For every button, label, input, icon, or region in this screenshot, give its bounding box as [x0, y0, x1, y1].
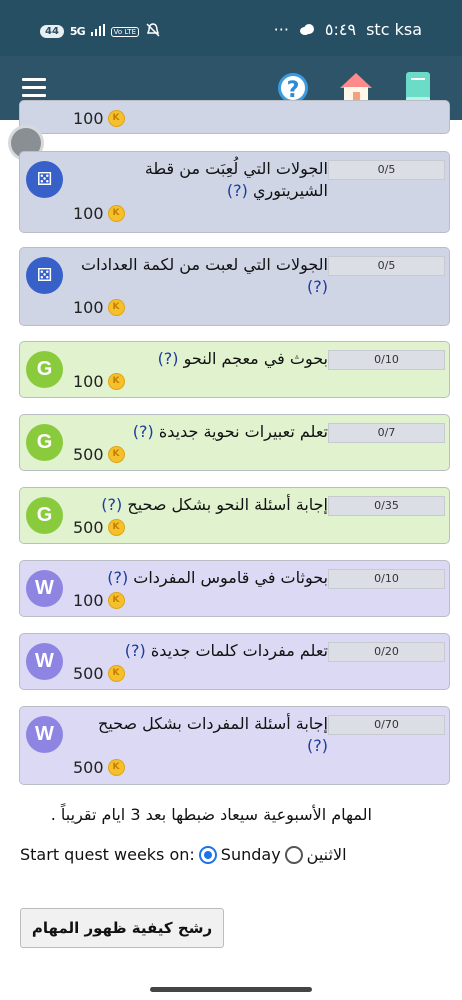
- quest-progress: 0/5: [328, 256, 445, 276]
- start-week-label: Start quest weeks on:: [20, 845, 195, 864]
- quest-card: W تعلم مفردات كلمات جديدة (?) 0/20 500 K: [19, 633, 450, 690]
- radio-monday[interactable]: [284, 845, 303, 864]
- quest-title-text: الجولات التي لعبت من لكمة العدادات: [81, 255, 328, 274]
- coin-icon: K: [107, 205, 125, 222]
- carrier-name: stc ksa: [366, 20, 422, 39]
- vocab-badge-icon: W: [26, 570, 63, 607]
- coin-icon: K: [107, 373, 125, 390]
- quest-title: تعلم تعبيرات نحوية جديدة (?): [73, 421, 328, 443]
- quest-title: الجولات التي لعبت من لكمة العدادات (?): [73, 254, 328, 298]
- dice-icon: ⚄: [26, 257, 63, 294]
- quest-card: ⚄ الجولات التي لُعِبَت من قطة الشيريتوري…: [19, 151, 450, 233]
- signal-indicator: 5G: [69, 25, 86, 38]
- quest-reward: 100 K: [73, 372, 125, 391]
- quest-card: W بحوثات في قاموس المفردات (?) 0/10 100 …: [19, 560, 450, 617]
- quest-progress: 0/7: [328, 423, 445, 443]
- quest-title: الجولات التي لُعِبَت من قطة الشيريتوري (…: [73, 158, 328, 202]
- status-right: ··· ٥:٤٩ stc ksa: [274, 20, 422, 39]
- signal-bars-icon: [90, 24, 105, 39]
- quest-reward: 100 K: [73, 298, 125, 317]
- quest-progress: 0/35: [328, 496, 445, 516]
- clock: ٥:٤٩: [324, 20, 357, 39]
- coin-icon: K: [107, 519, 125, 536]
- coin-icon: K: [107, 446, 125, 463]
- volte-indicator: Vo LTE: [110, 26, 139, 37]
- reward-amount: 500: [73, 518, 104, 537]
- quest-card: G بحوث في معجم النحو (?) 0/10 100 K: [19, 341, 450, 398]
- quest-title-text: بحوث في معجم النحو: [183, 349, 328, 368]
- quest-card: W إجابة أسئلة المفردات بشكل صحيح (?) 0/7…: [19, 706, 450, 785]
- network-badge: 44: [40, 25, 64, 38]
- quest-title-text: تعلم تعبيرات نحوية جديدة: [158, 422, 328, 441]
- quest-title: بحوث في معجم النحو (?): [73, 348, 328, 370]
- coin-icon: K: [107, 299, 125, 316]
- reward-amount: 100: [73, 204, 104, 223]
- reward-amount: 100: [73, 591, 104, 610]
- grammar-badge-icon: G: [26, 424, 63, 461]
- start-week-selector: Start quest weeks on: Sunday الاثنين: [20, 845, 347, 864]
- coin-icon: K: [107, 759, 125, 776]
- quest-reward: 100 K: [73, 204, 125, 223]
- cloud-icon: [299, 20, 315, 39]
- quest-progress: 0/10: [328, 569, 445, 589]
- coin-icon: K: [107, 110, 125, 127]
- quest-reward: 100 K: [73, 109, 125, 128]
- help-icon[interactable]: ?: [278, 73, 308, 103]
- reward-amount: 100: [73, 109, 104, 128]
- quest-help-link[interactable]: (?): [107, 568, 128, 587]
- quest-reward: 500 K: [73, 758, 125, 777]
- quest-progress: 0/70: [328, 715, 445, 735]
- reward-amount: 500: [73, 445, 104, 464]
- quest-title: إجابة أسئلة المفردات بشكل صحيح (?): [73, 713, 328, 757]
- quest-help-link[interactable]: (?): [307, 736, 328, 755]
- home-indicator: [150, 987, 312, 992]
- vocab-badge-icon: W: [26, 716, 63, 753]
- menu-icon[interactable]: [22, 78, 46, 98]
- quest-help-link[interactable]: (?): [125, 641, 146, 660]
- quest-reward: 100 K: [73, 591, 125, 610]
- quest-title-text: إجابة أسئلة النحو بشكل صحيح: [127, 495, 328, 514]
- quest-reward: 500 K: [73, 445, 125, 464]
- status-left: 44 5G Vo LTE: [40, 22, 161, 41]
- quest-progress: 0/10: [328, 350, 445, 370]
- quest-card: G تعلم تعبيرات نحوية جديدة (?) 0/7 500 K: [19, 414, 450, 471]
- reward-amount: 100: [73, 298, 104, 317]
- quest-title: بحوثات في قاموس المفردات (?): [73, 567, 328, 589]
- quest-card: G إجابة أسئلة النحو بشكل صحيح (?) 0/35 5…: [19, 487, 450, 544]
- quest-reward: 500 K: [73, 518, 125, 537]
- quest-card-partial: 100 K: [19, 100, 450, 134]
- quest-help-link[interactable]: (?): [307, 277, 328, 296]
- grammar-badge-icon: G: [26, 351, 63, 388]
- dice-icon: ⚄: [26, 161, 63, 198]
- quest-title: تعلم مفردات كلمات جديدة (?): [73, 640, 328, 662]
- filter-quests-button[interactable]: رشح كيفية ظهور المهام: [20, 908, 224, 948]
- quest-title-text: تعلم مفردات كلمات جديدة: [150, 641, 328, 660]
- vocab-badge-icon: W: [26, 643, 63, 680]
- quest-title: إجابة أسئلة النحو بشكل صحيح (?): [73, 494, 328, 516]
- quest-reward: 500 K: [73, 664, 125, 683]
- quest-help-link[interactable]: (?): [101, 495, 122, 514]
- quest-help-link[interactable]: (?): [158, 349, 179, 368]
- quest-help-link[interactable]: (?): [133, 422, 154, 441]
- coin-icon: K: [107, 592, 125, 609]
- grammar-badge-icon: G: [26, 497, 63, 534]
- radio-monday-label: الاثنين: [306, 845, 347, 864]
- quest-title-text: بحوثات في قاموس المفردات: [133, 568, 328, 587]
- quest-progress: 0/5: [328, 160, 445, 180]
- mute-icon: [145, 22, 161, 41]
- reward-amount: 500: [73, 758, 104, 777]
- coin-icon: K: [107, 665, 125, 682]
- radio-sunday[interactable]: [198, 845, 217, 864]
- quest-help-link[interactable]: (?): [227, 181, 248, 200]
- radio-sunday-label: Sunday: [220, 845, 281, 864]
- reward-amount: 100: [73, 372, 104, 391]
- quest-title-text: إجابة أسئلة المفردات بشكل صحيح: [97, 714, 328, 733]
- weekly-reset-note: المهام الأسبوعية سيعاد ضبطها بعد 3 ايام …: [50, 805, 372, 824]
- more-dots: ···: [273, 20, 289, 39]
- quest-card: ⚄ الجولات التي لعبت من لكمة العدادات (?)…: [19, 247, 450, 326]
- reward-amount: 500: [73, 664, 104, 683]
- quest-progress: 0/20: [328, 642, 445, 662]
- status-bar: 44 5G Vo LTE ··· ٥:٤٩ stc ksa: [0, 0, 462, 56]
